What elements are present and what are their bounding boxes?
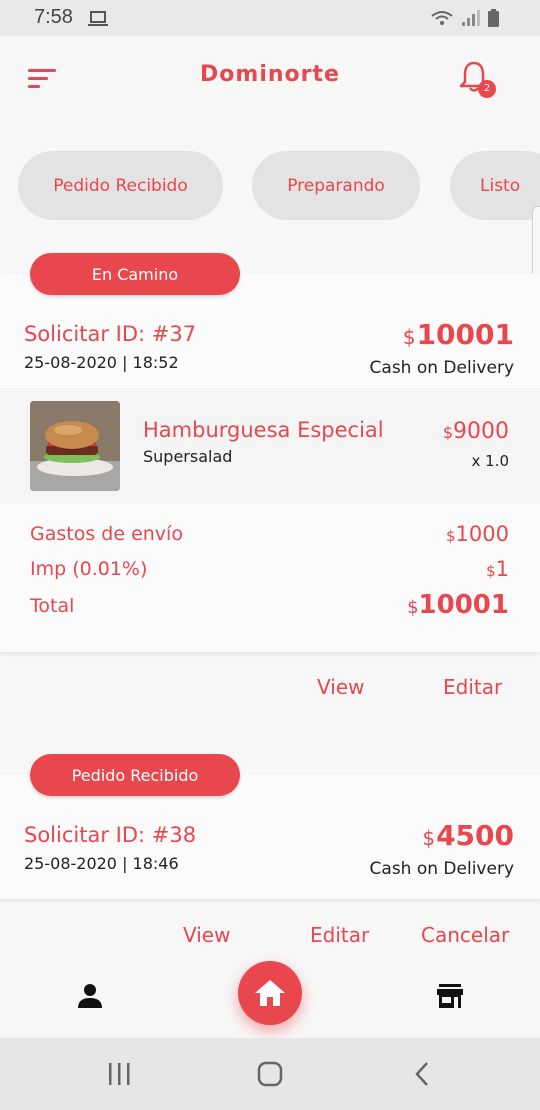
filter-chip-pedido-recibido[interactable]: Pedido Recibido (18, 151, 223, 220)
laptop-icon (88, 11, 108, 26)
order-datetime: 25-08-2020 | 18:46 (24, 854, 179, 873)
recent-apps-icon[interactable] (108, 1063, 132, 1085)
item-name: Hamburguesa Especial (143, 418, 384, 442)
tax-amount: 1 (495, 557, 509, 581)
person-icon[interactable] (76, 983, 104, 1009)
order-total-value: 10001 (416, 318, 514, 351)
order-id: Solicitar ID: #38 (24, 823, 197, 847)
currency-symbol: $ (446, 527, 456, 545)
edit-order-button[interactable]: Editar (310, 923, 369, 947)
currency-symbol: $ (402, 325, 416, 349)
filter-chip-listo[interactable]: Listo (450, 151, 540, 220)
item-price-value: 9000 (453, 419, 509, 444)
filter-chip-preparando[interactable]: Preparando (252, 151, 420, 220)
order-datetime: 25-08-2020 | 18:52 (24, 353, 179, 372)
store-icon[interactable] (436, 983, 464, 1009)
notification-badge: 2 (478, 80, 496, 98)
status-time: 7:58 (34, 6, 73, 28)
signal-battery-icons (431, 9, 499, 27)
app-bar: Dominorte 2 (0, 36, 540, 120)
item-description: Supersalad (143, 447, 233, 466)
edit-order-button[interactable]: Editar (443, 675, 502, 699)
system-navigation-bar (0, 1038, 540, 1110)
tax-value: $1 (486, 557, 509, 581)
back-icon[interactable] (413, 1061, 431, 1087)
payment-method: Cash on Delivery (369, 859, 514, 879)
status-bar: 7:58 (0, 0, 540, 36)
payment-method: Cash on Delivery (369, 358, 514, 378)
order-status-badge: En Camino (30, 253, 240, 295)
order-status-badge: Pedido Recibido (30, 754, 240, 796)
view-order-button[interactable]: View (317, 675, 364, 699)
order-total: $10001 (403, 318, 514, 351)
shipping-label: Gastos de envío (30, 523, 183, 545)
order-total-value: 4500 (436, 819, 514, 852)
home-button[interactable] (238, 961, 302, 1025)
currency-symbol: $ (486, 562, 496, 580)
currency-symbol: $ (442, 423, 453, 442)
item-quantity: x 1.0 (471, 452, 510, 470)
currency-symbol: $ (422, 826, 436, 850)
order-id: Solicitar ID: #37 (24, 322, 197, 346)
currency-symbol: $ (407, 597, 419, 618)
order-item-row[interactable]: Hamburguesa Especial Supersalad $9000 x … (0, 388, 540, 504)
item-price: $9000 (443, 419, 509, 444)
home-system-icon[interactable] (257, 1061, 283, 1087)
order-card: Solicitar ID: #37 25-08-2020 | 18:52 $10… (0, 274, 540, 652)
total-value: $10001 (407, 590, 509, 620)
view-order-button[interactable]: View (183, 923, 230, 947)
total-label: Total (30, 595, 75, 617)
home-icon (255, 980, 285, 1006)
order-total: $4500 (422, 819, 514, 852)
shipping-amount: 1000 (455, 522, 509, 546)
item-image (30, 401, 120, 491)
total-amount: 10001 (418, 590, 509, 620)
shipping-value: $1000 (446, 522, 509, 546)
tax-label: Imp (0.01%) (30, 558, 148, 580)
notifications-button[interactable]: 2 (458, 60, 498, 100)
cancel-order-button[interactable]: Cancelar (421, 923, 509, 947)
